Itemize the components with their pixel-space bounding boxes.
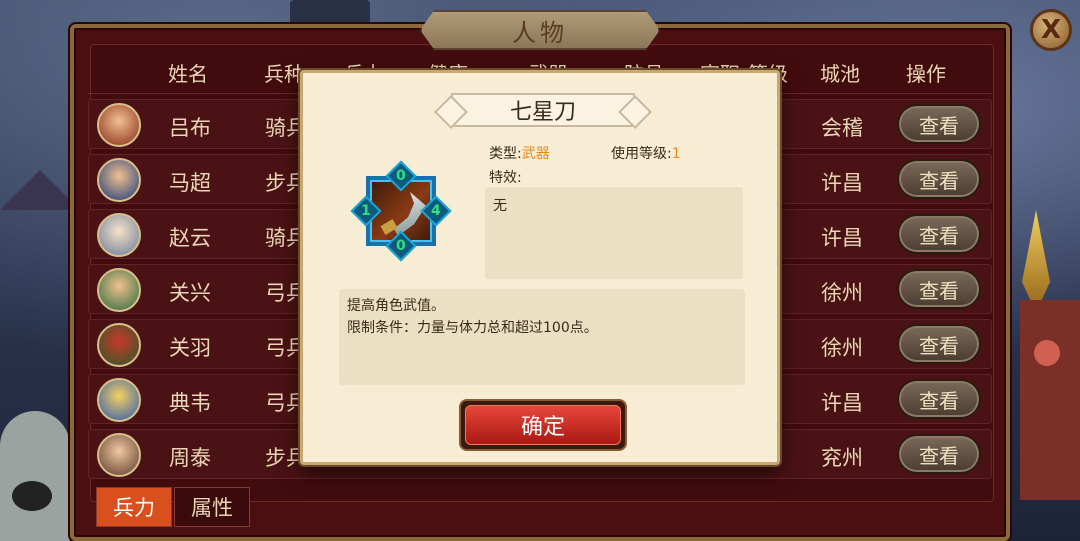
general-name: 马超 [169,171,211,195]
avatar [97,323,141,367]
gem-count-right: 4 [431,203,441,219]
item-name: 七星刀 [509,100,576,125]
tab-attributes[interactable]: 属性 [174,487,250,527]
type-label: 类型: [489,146,522,162]
view-button[interactable]: 查看 [897,269,981,309]
bg-creature [0,411,70,541]
view-button[interactable]: 查看 [897,379,981,419]
gem-count-top: 0 [396,168,406,184]
window-title-plate: 人物 [420,10,660,50]
description-box: 提高角色武值。 限制条件：力量与体力总和超过100点。 [339,289,745,385]
bg-gold-spire [1022,210,1050,300]
bg-roof [0,170,80,210]
close-icon: X [1040,15,1062,45]
avatar [97,158,141,202]
avatar [97,268,141,312]
header-city: 城池 [820,62,860,86]
level-value: 1 [671,146,681,162]
bg-red-house [1020,300,1080,500]
view-button[interactable]: 查看 [897,104,981,144]
tab-troops[interactable]: 兵力 [96,487,172,527]
city: 徐州 [821,336,863,360]
effect-box: 无 [485,187,743,279]
blade-icon [394,192,426,236]
gem-count-left: 1 [361,203,371,219]
effect-label: 特效: [489,170,522,186]
type-value: 武器 [521,146,550,162]
general-name: 关羽 [169,336,211,360]
confirm-label: 确定 [465,405,621,445]
type-row: 类型:武器 [489,143,550,163]
confirm-button[interactable]: 确定 [459,399,627,451]
dialog-title-bar: 七星刀 [451,93,635,127]
avatar [97,433,141,477]
general-name: 周泰 [169,446,211,470]
header-action: 操作 [906,62,946,86]
header-name: 姓名 [168,62,208,86]
close-button[interactable]: X [1030,9,1072,51]
city: 许昌 [821,391,863,415]
view-button[interactable]: 查看 [897,159,981,199]
level-label: 使用等级: [611,146,672,162]
gem-count-bottom: 0 [396,238,406,254]
level-row: 使用等级:1 [611,143,681,163]
city: 徐州 [821,281,863,305]
avatar [97,103,141,147]
general-name: 关兴 [169,281,211,305]
item-icon: 0 1 4 0 [350,160,452,262]
description-line: 限制条件：力量与体力总和超过100点。 [347,320,598,336]
window-title: 人物 [512,18,568,47]
item-detail-dialog: 七星刀 0 1 4 0 类型:武器 使用等级:1 特效: 无 提高角色武值。 限… [300,70,780,465]
description-line: 提高角色武值。 [347,298,445,314]
avatar [97,378,141,422]
city: 兖州 [821,446,863,470]
general-name: 吕布 [169,116,211,140]
city: 会稽 [821,116,863,140]
view-button[interactable]: 查看 [897,214,981,254]
general-name: 赵云 [169,226,211,250]
view-button[interactable]: 查看 [897,434,981,474]
city: 许昌 [821,226,863,250]
view-button[interactable]: 查看 [897,324,981,364]
avatar [97,213,141,257]
header-type: 兵种 [264,62,304,86]
city: 许昌 [821,171,863,195]
effect-value: 无 [493,198,507,214]
general-name: 典韦 [169,391,211,415]
hilt-icon [380,219,398,235]
